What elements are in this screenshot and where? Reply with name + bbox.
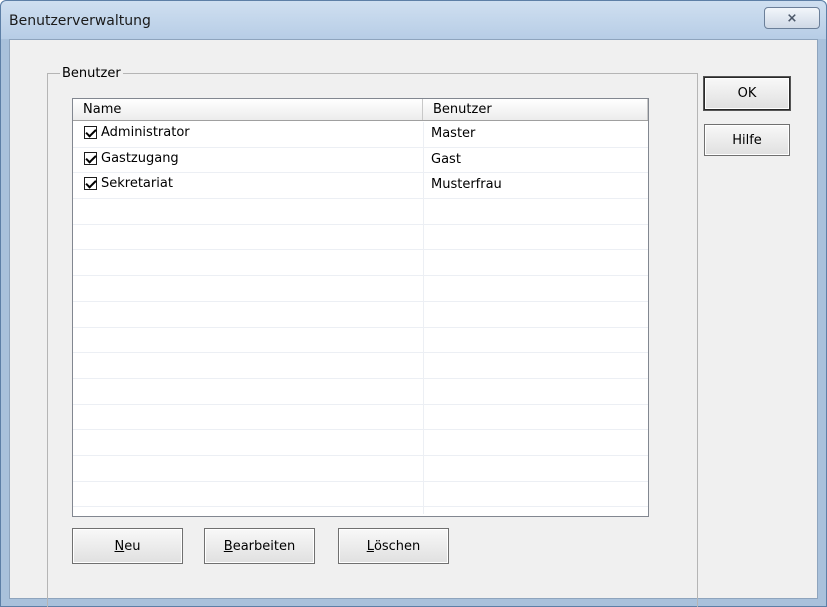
- empty-row: [73, 276, 648, 302]
- dialog-window: Benutzerverwaltung ⨯ Benutzer Name Benut…: [0, 0, 827, 607]
- empty-row: [73, 379, 648, 405]
- users-group-label: Benutzer: [60, 66, 123, 81]
- ok-button[interactable]: OK: [704, 77, 790, 110]
- empty-row: [73, 225, 648, 251]
- checkbox-administrator[interactable]: [84, 126, 97, 139]
- edit-button[interactable]: Bearbeiten: [204, 528, 315, 564]
- empty-row: [73, 328, 648, 354]
- empty-row: [73, 456, 648, 482]
- delete-label-rest: öschen: [373, 538, 421, 554]
- new-access-key: N: [114, 538, 125, 554]
- row-user: Master: [431, 126, 476, 141]
- titlebar: Benutzerverwaltung ⨯: [1, 1, 826, 39]
- list-item[interactable]: Gastzugang Gast: [73, 148, 648, 174]
- empty-row: [73, 250, 648, 277]
- list-item[interactable]: Sekretariat Musterfrau: [73, 173, 648, 200]
- checkbox-gastzugang[interactable]: [84, 151, 97, 165]
- row-name: Administrator: [101, 125, 190, 140]
- list-rows: Administrator Master Gastzugang Gast Sek…: [73, 122, 648, 514]
- column-header-user[interactable]: Benutzer: [423, 99, 648, 120]
- column-header-name[interactable]: Name: [73, 99, 423, 120]
- help-button[interactable]: Hilfe: [704, 124, 790, 156]
- empty-row: [73, 199, 648, 225]
- empty-row: [73, 302, 648, 328]
- users-listview[interactable]: Name Benutzer Administrator Master Gastz…: [72, 98, 649, 517]
- row-name: Sekretariat: [101, 176, 173, 192]
- row-name: Gastzugang: [101, 150, 179, 166]
- empty-row: [73, 405, 648, 431]
- row-user: Musterfrau: [431, 177, 502, 193]
- delete-button[interactable]: Löschen: [338, 528, 449, 564]
- row-user: Gast: [431, 151, 461, 167]
- close-icon: ⨯: [786, 10, 798, 26]
- close-button[interactable]: ⨯: [764, 7, 820, 29]
- edit-label-rest: earbeiten: [232, 538, 296, 554]
- checkbox-sekretariat[interactable]: [84, 177, 97, 191]
- empty-row: [73, 482, 648, 508]
- new-label-rest: eu: [124, 538, 141, 554]
- new-button[interactable]: Neu: [72, 528, 183, 564]
- delete-access-key: L: [366, 538, 374, 554]
- window-title: Benutzerverwaltung: [9, 13, 151, 29]
- list-item[interactable]: Administrator Master: [73, 122, 648, 148]
- dialog-body: Benutzer Name Benutzer Administrator Mas…: [9, 39, 818, 607]
- empty-row: [73, 353, 648, 379]
- edit-access-key: B: [223, 538, 233, 554]
- list-header: Name Benutzer: [73, 99, 648, 121]
- empty-row: [73, 430, 648, 456]
